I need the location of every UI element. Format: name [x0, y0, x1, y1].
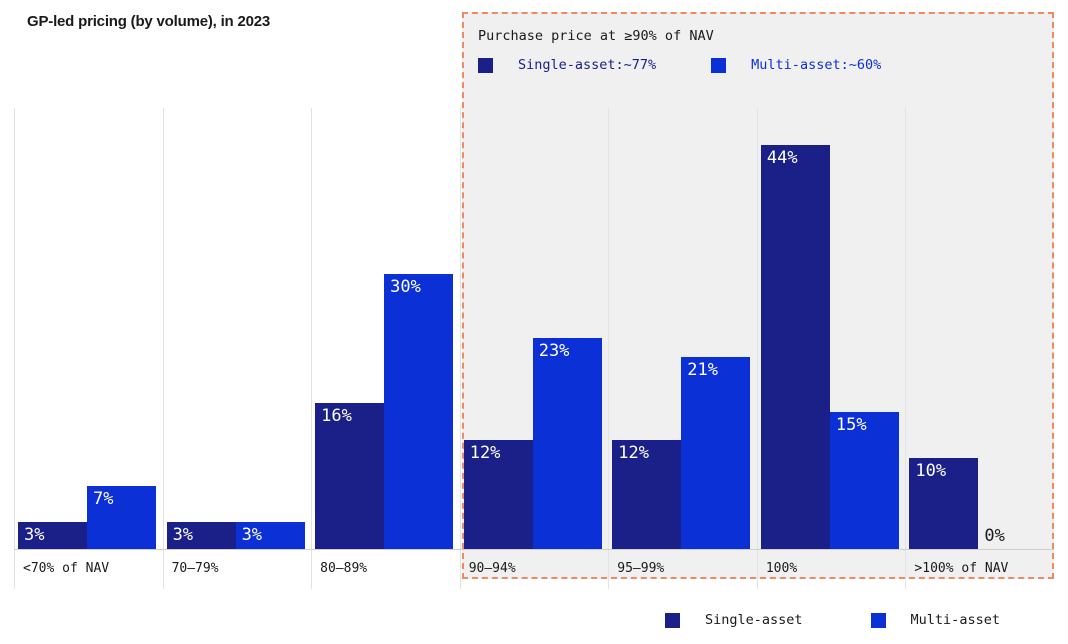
bar-value-label: 16%: [321, 405, 352, 426]
bar-group: 16% 30%: [311, 108, 460, 550]
bar-group: 12% 21%: [608, 108, 757, 550]
callout-legend-item-multi-asset: Multi-asset:~60%: [711, 57, 881, 73]
bar-value-label: 10%: [915, 460, 947, 481]
x-axis-separator: [608, 550, 610, 589]
legend-item-multi-asset: Multi-asset: [870, 612, 1000, 628]
legend-label-single-asset: Single-asset: [705, 612, 803, 628]
x-axis-tick-label: 80–89%: [320, 561, 368, 576]
bar-single-asset[interactable]: 10%: [909, 457, 979, 550]
bar-value-label: 3%: [172, 525, 194, 546]
legend-swatch-multi-asset-icon: [870, 612, 886, 628]
page-title: GP-led pricing (by volume), in 2023: [27, 13, 271, 30]
plot-area: 3% 7% 3% 3% 16% 30% 12% 23% 12% 21% 44% 15% 10% 0%: [14, 108, 1054, 550]
bar-multi-asset[interactable]: 30%: [384, 273, 454, 550]
bar-value-label: 3%: [24, 525, 45, 546]
bar-group: 3% 3%: [163, 108, 312, 550]
legend-item-single-asset: Single-asset: [665, 612, 803, 628]
bar-single-asset[interactable]: 3%: [18, 522, 87, 550]
bar-multi-asset[interactable]: 21%: [681, 356, 751, 550]
bar-single-asset[interactable]: 12%: [463, 439, 533, 550]
x-axis-separator: [162, 550, 164, 589]
bar-group: 10% 0%: [905, 108, 1054, 550]
bar-single-asset[interactable]: 44%: [760, 144, 830, 550]
swatch-single-asset-icon: [478, 57, 493, 73]
x-axis-separator: [756, 550, 758, 589]
x-axis-tick-label: 70–79%: [171, 561, 219, 576]
bar-value-label: 44%: [766, 147, 798, 168]
callout-legend-label-single-asset: Single-asset:~77%: [518, 57, 657, 73]
x-axis-tick-label: 95–99%: [617, 561, 665, 576]
chart-legend: Single-asset Multi-asset: [665, 612, 1000, 628]
bar-value-label: 15%: [835, 414, 867, 435]
x-axis-tick-label: >100% of NAV: [914, 561, 1009, 576]
x-axis: <70% of NAV 70–79% 80–89% 90–94% 95–99% 100% >…: [14, 550, 1054, 590]
bar-group: 12% 23%: [460, 108, 609, 550]
legend-label-multi-asset: Multi-asset: [910, 612, 1000, 628]
bar-multi-asset[interactable]: 15%: [829, 411, 899, 550]
bar-value-label: 3%: [241, 525, 263, 546]
callout-legend: Single-asset:~77% Multi-asset:~60%: [478, 57, 881, 73]
bar-value-label-zero: 0%: [984, 526, 1005, 546]
bar-multi-asset[interactable]: 23%: [532, 338, 602, 550]
bar-value-label: 30%: [390, 276, 421, 297]
bar-single-asset[interactable]: 16%: [315, 402, 385, 550]
x-axis-separator: [14, 550, 15, 589]
bar-multi-asset[interactable]: 7%: [87, 485, 156, 550]
bar-single-asset[interactable]: 12%: [612, 439, 682, 550]
callout-legend-item-single-asset: Single-asset:~77%: [478, 57, 656, 73]
callout-legend-label-multi-asset: Multi-asset:~60%: [751, 57, 882, 73]
bar-single-asset[interactable]: 3%: [166, 522, 236, 550]
bar-value-label: 12%: [469, 442, 501, 463]
callout-heading: Purchase price at ≥90% of NAV: [478, 28, 714, 44]
bar-value-label: 7%: [93, 488, 114, 509]
x-axis-separator: [905, 550, 907, 589]
bar-value-label: 12%: [618, 442, 649, 463]
bar-value-label: 21%: [687, 359, 718, 380]
bar-group: 3% 7%: [14, 108, 163, 550]
bar-group: 44% 15%: [757, 108, 906, 550]
x-axis-tick-label: 90–94%: [468, 561, 516, 576]
x-axis-tick-label: <70% of NAV: [23, 561, 110, 576]
bar-multi-asset[interactable]: 3%: [235, 522, 305, 550]
bar-value-label: 23%: [538, 341, 570, 362]
x-axis-separator: [311, 550, 313, 589]
swatch-multi-asset-icon: [711, 57, 727, 73]
x-axis-separator: [459, 550, 461, 589]
x-axis-tick-label: 100%: [765, 561, 798, 576]
legend-swatch-single-asset-icon: [665, 612, 680, 628]
